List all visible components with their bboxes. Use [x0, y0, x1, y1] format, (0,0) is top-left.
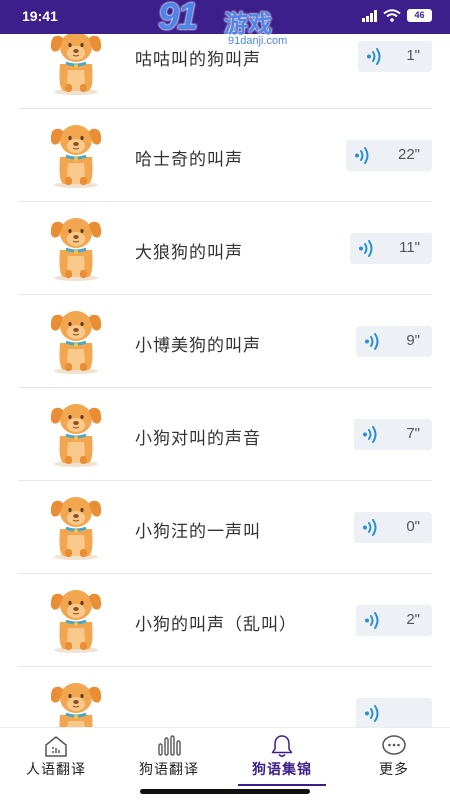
sound-title: 小狗对叫的声音 — [135, 429, 261, 449]
sound-wave-icon — [365, 705, 379, 722]
dog-icon — [46, 489, 106, 561]
play-button[interactable] — [356, 698, 432, 727]
tab-dog-translate[interactable]: 狗语翻译 — [113, 728, 225, 788]
list-item[interactable]: 小狗汪的一声叫 0" — [18, 481, 432, 574]
play-button[interactable]: 2" — [356, 605, 432, 636]
sound-title: 小博美狗的叫声 — [135, 336, 261, 356]
sound-wave-icon — [363, 519, 377, 536]
tab-label: 狗语集锦 — [252, 762, 312, 778]
active-tab-indicator — [238, 784, 326, 786]
sound-wave-icon — [363, 426, 377, 443]
duration-label: 22" — [397, 146, 420, 163]
sound-title: 小狗汪的一声叫 — [135, 522, 261, 542]
list-item[interactable]: 咕咕叫的狗叫声 1" — [18, 34, 432, 109]
list-item[interactable] — [18, 667, 432, 727]
sound-wave-icon — [365, 612, 379, 629]
duration-label: 1" — [406, 47, 420, 64]
dog-icon — [46, 117, 106, 189]
sound-wave-icon — [359, 240, 373, 257]
sound-title: 哈士奇的叫声 — [135, 150, 243, 170]
dog-icon — [46, 34, 106, 96]
tab-human-translate[interactable]: 人语翻译 — [0, 728, 112, 788]
list-item[interactable]: 哈士奇的叫声 22" — [18, 109, 432, 202]
play-button[interactable]: 1" — [358, 41, 432, 72]
duration-label: 9" — [406, 332, 420, 349]
play-button[interactable]: 22" — [346, 140, 432, 171]
duration-label: 2" — [406, 611, 420, 628]
sound-wave-icon — [365, 333, 379, 350]
play-button[interactable]: 11" — [350, 233, 432, 264]
tab-label: 人语翻译 — [26, 762, 86, 778]
bell-icon — [271, 735, 293, 757]
battery-icon: 46 — [407, 9, 432, 22]
tab-label: 狗语翻译 — [139, 762, 199, 778]
play-button[interactable]: 9" — [356, 326, 432, 357]
home-indicator — [140, 789, 310, 794]
tab-dog-collection[interactable]: 狗语集锦 — [226, 728, 338, 788]
duration-label: 7" — [406, 425, 420, 442]
duration-label: 11" — [399, 239, 420, 256]
list-item[interactable]: 小狗的叫声（乱叫） 2" — [18, 574, 432, 667]
duration-label: 0" — [406, 518, 420, 535]
dog-icon — [46, 303, 106, 375]
more-icon — [382, 735, 406, 755]
play-button[interactable]: 7" — [354, 419, 432, 450]
list-item[interactable]: 小博美狗的叫声 9" — [18, 295, 432, 388]
dog-icon — [46, 396, 106, 468]
tab-label: 更多 — [379, 762, 409, 778]
sound-title: 大狼狗的叫声 — [135, 243, 243, 263]
equalizer-icon — [158, 735, 181, 756]
status-time: 19:41 — [22, 8, 58, 24]
list-item[interactable]: 大狼狗的叫声 11" — [18, 202, 432, 295]
sound-title: 咕咕叫的狗叫声 — [135, 50, 261, 70]
signal-icon — [362, 9, 377, 22]
status-icons: 46 — [362, 9, 432, 22]
sound-title: 小狗的叫声（乱叫） — [135, 615, 297, 635]
sound-list[interactable]: 咕咕叫的狗叫声 1" 哈士奇的叫声 22" 大狼狗的叫声 11" 小博美狗的叫声… — [0, 34, 450, 727]
dog-icon — [46, 675, 106, 727]
wifi-icon — [383, 9, 401, 22]
tab-more[interactable]: 更多 — [338, 728, 450, 788]
sound-wave-icon — [355, 147, 369, 164]
sound-wave-icon — [367, 48, 381, 65]
play-button[interactable]: 0" — [354, 512, 432, 543]
list-item[interactable]: 小狗对叫的声音 7" — [18, 388, 432, 481]
home-icon — [45, 736, 67, 757]
dog-icon — [46, 210, 106, 282]
dog-icon — [46, 582, 106, 654]
